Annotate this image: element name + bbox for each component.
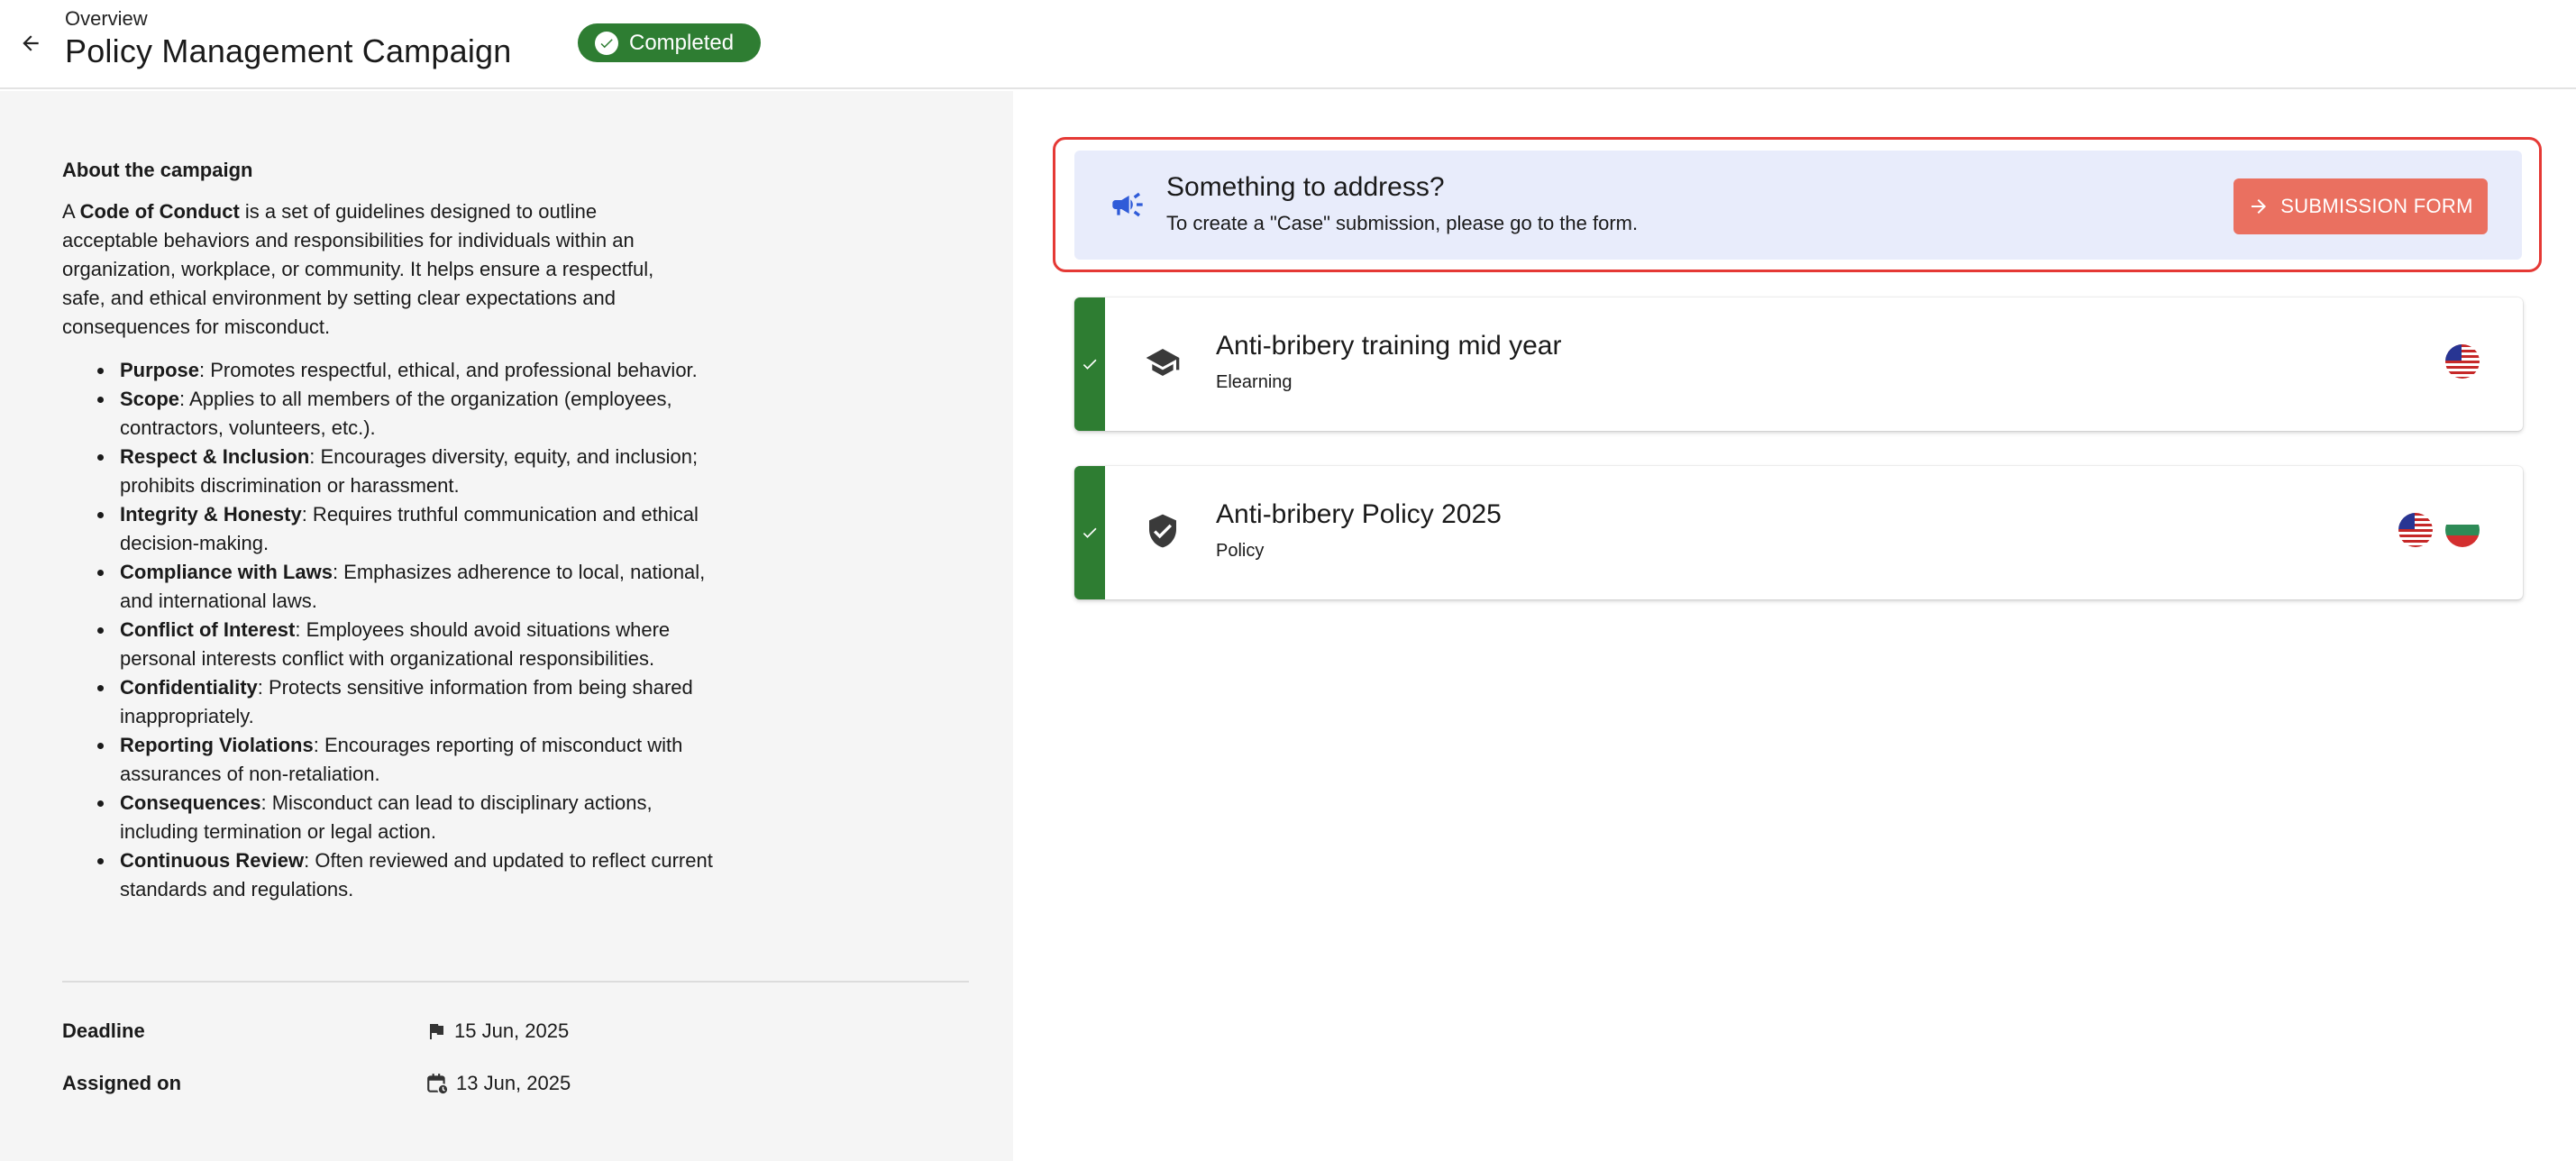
bullet-term: Integrity & Honesty: [120, 503, 302, 526]
shield-check-icon: [1149, 514, 1176, 548]
bullet-text: : Promotes respectful, ethical, and prof…: [199, 359, 698, 381]
status-badge: Completed: [578, 23, 762, 62]
deadline-date: 15 Jun, 2025: [454, 1019, 570, 1042]
item-type: Policy: [1216, 541, 1265, 561]
bulgaria-flag-icon: [2445, 513, 2480, 547]
bullet-term: Continuous Review: [120, 849, 305, 872]
calendar-clock-icon: [427, 1074, 449, 1095]
list-item: Consequences: Misconduct can lead to dis…: [97, 789, 715, 846]
bullet-term: Reporting Violations: [120, 734, 314, 756]
breadcrumb[interactable]: Overview: [65, 7, 148, 31]
bullet-term: Conflict of Interest: [120, 618, 296, 641]
deadline-label: Deadline: [62, 1019, 145, 1042]
list-item: Integrity & Honesty: Requires truthful c…: [97, 500, 715, 558]
bullet-term: Compliance with Laws: [120, 561, 333, 583]
bullet-term: Purpose: [120, 359, 200, 381]
submission-form-label: SUBMISSION FORM: [2280, 195, 2473, 217]
completed-strip: [1074, 297, 1105, 431]
megaphone-icon: [1112, 192, 1143, 217]
bullet-term: Confidentiality: [120, 676, 258, 699]
bullet-term: Respect & Inclusion: [120, 445, 310, 468]
top-header: Overview Policy Management Campaign Comp…: [0, 0, 2576, 89]
callout-title: Something to address?: [1166, 172, 1445, 202]
completed-strip: [1074, 466, 1105, 599]
check-circle-icon: [595, 31, 618, 55]
flag-icon: [430, 1024, 443, 1039]
callout-subtitle: To create a "Case" submission, please go…: [1166, 212, 1639, 234]
about-heading: About the campaign: [62, 159, 253, 181]
list-item: Respect & Inclusion: Encourages diversit…: [97, 443, 715, 500]
back-button[interactable]: [13, 25, 49, 61]
campaign-details-panel: About the campaign A Code of Conduct is …: [0, 91, 1013, 1161]
item-type: Elearning: [1216, 372, 1293, 392]
submission-callout: Something to address? To create a "Case"…: [1074, 151, 2522, 260]
list-item: Continuous Review: Often reviewed and up…: [97, 846, 715, 904]
item-title: Anti-bribery Policy 2025: [1216, 499, 1502, 529]
bullet-term: Consequences: [120, 791, 261, 814]
us-flag-icon: [2398, 513, 2433, 547]
us-flag-icon: [2445, 344, 2480, 379]
arrow-left-icon: [23, 35, 39, 51]
deadline-value: 15 Jun, 2025: [425, 1019, 569, 1043]
campaign-item-card[interactable]: Anti-bribery Policy 2025 Policy: [1074, 466, 2523, 599]
list-item: Conflict of Interest: Employees should a…: [97, 616, 715, 673]
campaign-item-card[interactable]: Anti-bribery training mid year Elearning: [1074, 297, 2523, 431]
assigned-value: 13 Jun, 2025: [425, 1072, 571, 1095]
graduation-cap-icon: [1146, 349, 1180, 376]
list-item: Confidentiality: Protects sensitive info…: [97, 673, 715, 731]
submission-form-button[interactable]: SUBMISSION FORM: [2233, 178, 2488, 234]
page-title: Policy Management Campaign: [65, 32, 512, 69]
assigned-date: 13 Jun, 2025: [456, 1072, 571, 1094]
list-item: Compliance with Laws: Emphasizes adheren…: [97, 558, 715, 616]
list-item: Purpose: Promotes respectful, ethical, a…: [97, 356, 715, 385]
check-icon: [1082, 527, 1097, 538]
bullet-text: : Applies to all members of the organiza…: [120, 388, 672, 439]
status-label: Completed: [629, 30, 735, 55]
check-icon: [1082, 359, 1097, 370]
conduct-bullet-list: Purpose: Promotes respectful, ethical, a…: [97, 356, 715, 904]
list-item: Scope: Applies to all members of the org…: [97, 385, 715, 443]
item-title: Anti-bribery training mid year: [1216, 331, 1562, 361]
intro-bold-term: Code of Conduct: [79, 200, 240, 223]
intro-prefix: A: [62, 200, 80, 223]
list-item: Reporting Violations: Encourages reporti…: [97, 731, 715, 789]
arrow-right-icon: [2252, 199, 2267, 214]
divider: [62, 981, 969, 983]
about-intro: A Code of Conduct is a set of guidelines…: [62, 197, 693, 342]
bullet-term: Scope: [120, 388, 180, 410]
assigned-label: Assigned on: [62, 1072, 182, 1094]
